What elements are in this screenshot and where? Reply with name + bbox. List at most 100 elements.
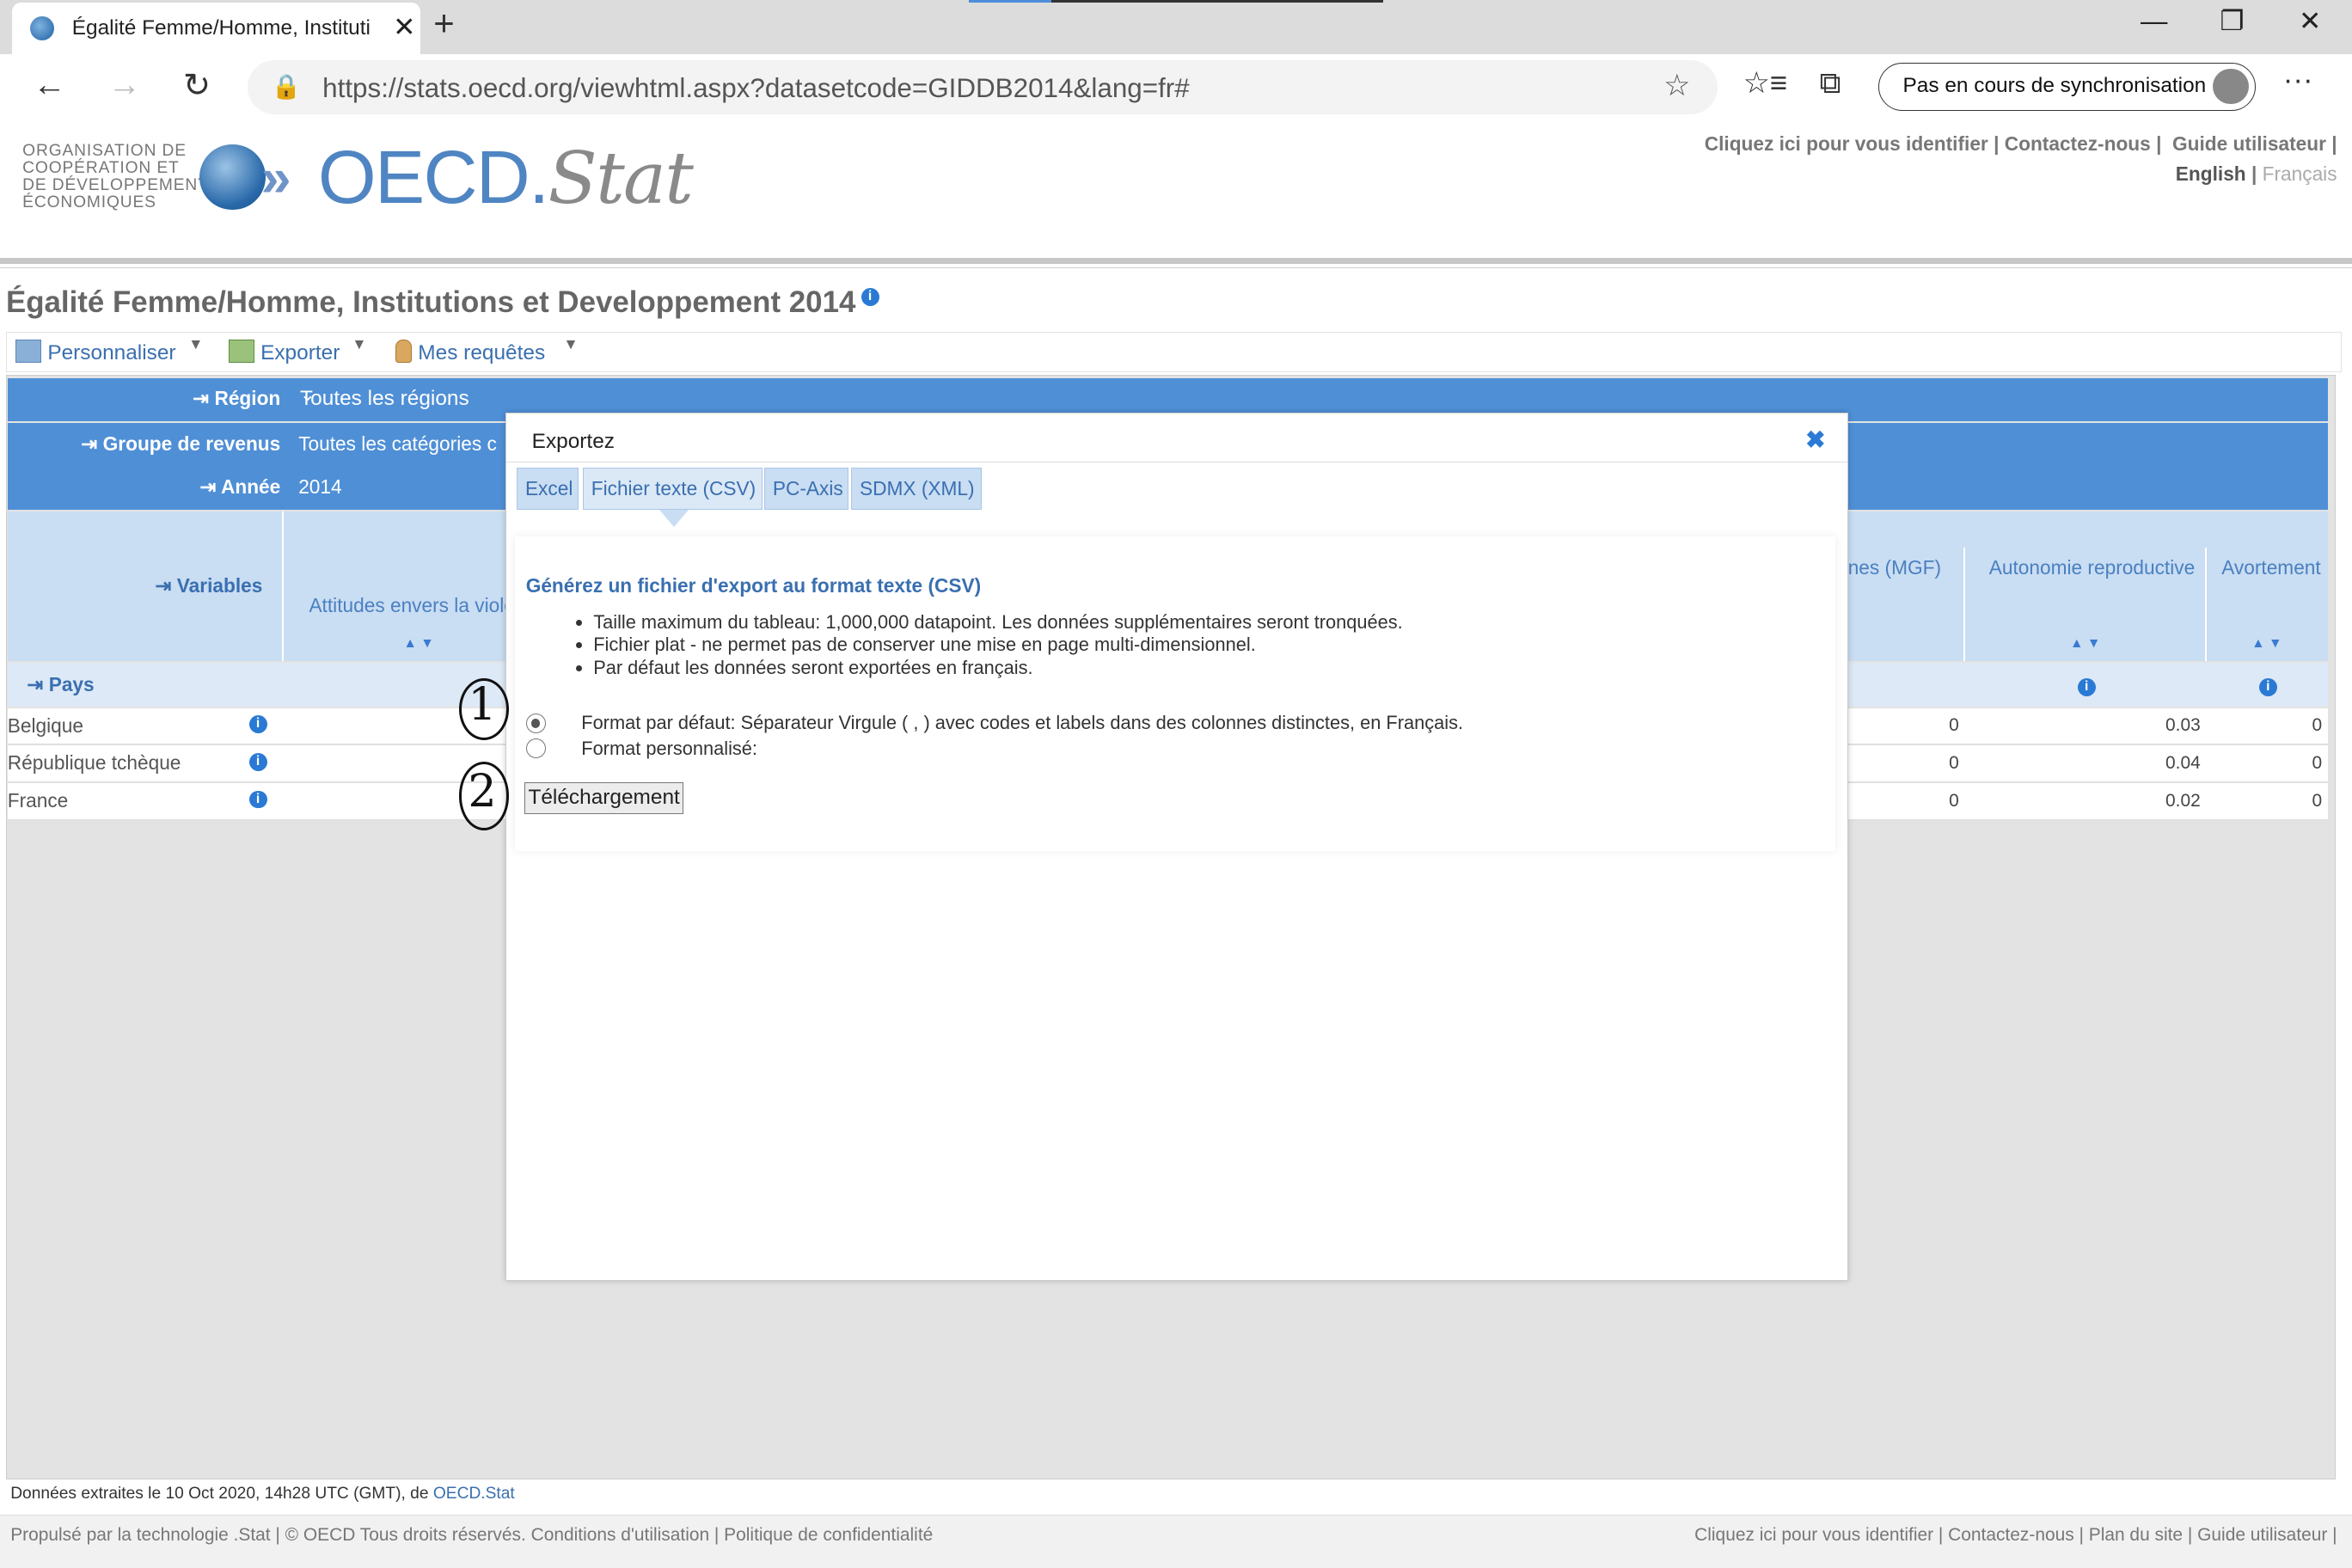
oecd-stat-link[interactable]: OECD.Stat	[433, 1485, 515, 1503]
address-bar[interactable]: 🔒 https://stats.oecd.org/viewhtml.aspx?d…	[247, 59, 1718, 114]
csv-heading: Générez un fichier d'export au format te…	[525, 573, 982, 597]
new-tab-icon[interactable]: +	[433, 3, 454, 44]
more-menu-icon[interactable]: ···	[2283, 63, 2313, 97]
cell-value: 0	[1949, 790, 1959, 811]
cell-value: 0	[2312, 715, 2323, 736]
sync-profile-button[interactable]: Pas en cours de synchronisation	[1877, 63, 2257, 112]
tab-pcaxis[interactable]: PC-Axis	[764, 467, 848, 510]
favorite-star-icon[interactable]: ☆	[1663, 69, 1690, 103]
export-dropdown-icon[interactable]: ▼	[352, 335, 366, 353]
tab-excel[interactable]: Excel	[517, 467, 579, 510]
oecd-globe-logo-icon	[199, 144, 266, 211]
customize-icon	[15, 340, 42, 363]
back-icon[interactable]: ←	[33, 66, 65, 104]
download-button[interactable]: Téléchargement	[524, 782, 684, 814]
favorites-icon[interactable]: ☆≡	[1743, 66, 1788, 101]
year-label: ⇥ Année	[199, 475, 281, 499]
region-label: ⇥ Région	[193, 387, 281, 410]
column-header-mgf[interactable]: nes (MGF)	[1848, 556, 1941, 579]
loading-indicator-progress	[969, 0, 1052, 3]
extraction-note: Données extraites le 10 Oct 2020, 14h28 …	[10, 1485, 515, 1504]
chevron-down-icon: ⌄	[299, 384, 315, 405]
page-title: Égalité Femme/Homme, Institutions et Dev…	[5, 285, 856, 319]
footer-right-links[interactable]: Cliquez ici pour vous identifier | Conta…	[1694, 1525, 2337, 1546]
info-icon[interactable]: i	[248, 790, 267, 809]
export-icon	[229, 340, 255, 363]
countries-label: ⇥ Pays	[27, 673, 95, 696]
tab-csv[interactable]: Fichier texte (CSV)	[583, 467, 763, 510]
cell-value: 0	[1949, 752, 1959, 773]
refresh-icon[interactable]: ↻	[183, 66, 211, 105]
column-header-reproductive[interactable]: Autonomie reproductive	[1989, 556, 2195, 579]
column-header-abortion[interactable]: Avortement	[2221, 556, 2321, 579]
radio-default-format[interactable]	[525, 713, 546, 733]
list-item: Par défaut les données seront exportées …	[593, 657, 1403, 679]
region-select[interactable]: Toutes les régions ⌄	[282, 379, 638, 417]
oecd-chevrons-icon: »	[260, 148, 291, 208]
customize-dropdown-icon[interactable]: ▼	[188, 335, 203, 353]
contact-link[interactable]: Contactez-nous	[2005, 132, 2151, 155]
window-close-icon[interactable]: ✕	[2280, 6, 2340, 37]
column-divider	[1963, 547, 1965, 662]
cell-value: 0	[2312, 790, 2323, 811]
column-header-attitudes[interactable]: Attitudes envers la viole	[309, 594, 514, 617]
page-footer: Propulsé par la technologie .Stat | © OE…	[0, 1515, 2352, 1568]
csv-info-list: Taille maximum du tableau: 1,000,000 dat…	[567, 611, 1403, 679]
sort-arrows-icon[interactable]: ▲ ▼	[403, 636, 433, 652]
column-divider	[2205, 547, 2207, 662]
cell-value: 0	[2312, 752, 2323, 773]
variables-label: ⇥ Variables	[155, 574, 263, 597]
info-icon[interactable]: i	[248, 752, 267, 771]
minimize-icon[interactable]: —	[2124, 6, 2184, 37]
country-name: République tchèque	[7, 751, 181, 775]
lang-french-link[interactable]: Français	[2263, 162, 2337, 185]
info-icon[interactable]: i	[248, 715, 267, 734]
radio-custom-format[interactable]	[525, 738, 546, 759]
close-icon[interactable]: ✖	[1805, 426, 1825, 454]
sort-arrows-icon[interactable]: ▲ ▼	[2070, 636, 2100, 652]
customize-menu[interactable]: Personnaliser	[15, 340, 176, 365]
annotation-number-2: 2	[468, 764, 497, 818]
url-text: https://stats.oecd.org/viewhtml.aspx?dat…	[322, 73, 1190, 104]
tab-sdmx[interactable]: SDMX (XML)	[851, 467, 983, 510]
cell-value: 0.03	[2165, 715, 2201, 736]
active-tab-pointer	[658, 509, 689, 528]
header-divider-thin	[0, 266, 2352, 269]
top-links: Cliquez ici pour vous identifier | Conta…	[1704, 132, 2337, 185]
info-icon[interactable]: i	[861, 288, 879, 306]
dialog-header: Exportez ✖	[506, 413, 1847, 462]
lang-english-link[interactable]: English	[2176, 162, 2246, 185]
info-icon[interactable]: i	[2077, 677, 2096, 696]
browser-tab[interactable]: Égalité Femme/Homme, Instituti ✕	[11, 3, 420, 54]
header-divider	[0, 258, 2352, 265]
login-link[interactable]: Cliquez ici pour vous identifier	[1705, 132, 1988, 155]
user-icon	[395, 340, 413, 363]
default-format-label: Format par défaut: Séparateur Virgule ( …	[581, 712, 1464, 734]
forward-icon[interactable]: →	[108, 66, 141, 104]
footer-left-links[interactable]: Propulsé par la technologie .Stat | © OE…	[10, 1525, 933, 1546]
restore-icon[interactable]: ❐	[2202, 6, 2263, 37]
info-icon[interactable]: i	[2258, 677, 2277, 696]
dialog-title: Exportez	[531, 430, 615, 454]
column-divider	[282, 511, 284, 662]
sync-label: Pas en cours de synchronisation	[1902, 74, 2207, 98]
country-name: Belgique	[7, 714, 83, 737]
tab-close-icon[interactable]: ✕	[393, 12, 415, 43]
guide-link[interactable]: Guide utilisateur	[2172, 132, 2326, 155]
export-menu[interactable]: Exporter	[229, 340, 340, 365]
list-item: Taille maximum du tableau: 1,000,000 dat…	[593, 611, 1403, 634]
export-dialog: Exportez ✖ Excel Fichier texte (CSV) PC-…	[505, 412, 1848, 1282]
country-name: France	[7, 788, 69, 812]
tab-title: Égalité Femme/Homme, Instituti	[71, 16, 371, 40]
queries-menu[interactable]: Mes requêtes	[395, 340, 545, 365]
avatar-icon	[2213, 68, 2250, 105]
oecd-favicon-icon	[29, 16, 54, 41]
oecd-stat-logo[interactable]: OECD.Stat	[318, 135, 694, 221]
sort-arrows-icon[interactable]: ▲ ▼	[2251, 636, 2282, 652]
queries-dropdown-icon[interactable]: ▼	[563, 335, 578, 353]
list-item: Fichier plat - ne permet pas de conserve…	[593, 634, 1403, 656]
cell-value: 0.02	[2165, 790, 2201, 811]
org-name-text: ORGANISATION DE COOPÉRATION ET DE DÉVELO…	[22, 141, 209, 211]
collections-icon[interactable]: ⧉	[1820, 66, 1841, 101]
annotation-number-1: 1	[468, 677, 497, 731]
